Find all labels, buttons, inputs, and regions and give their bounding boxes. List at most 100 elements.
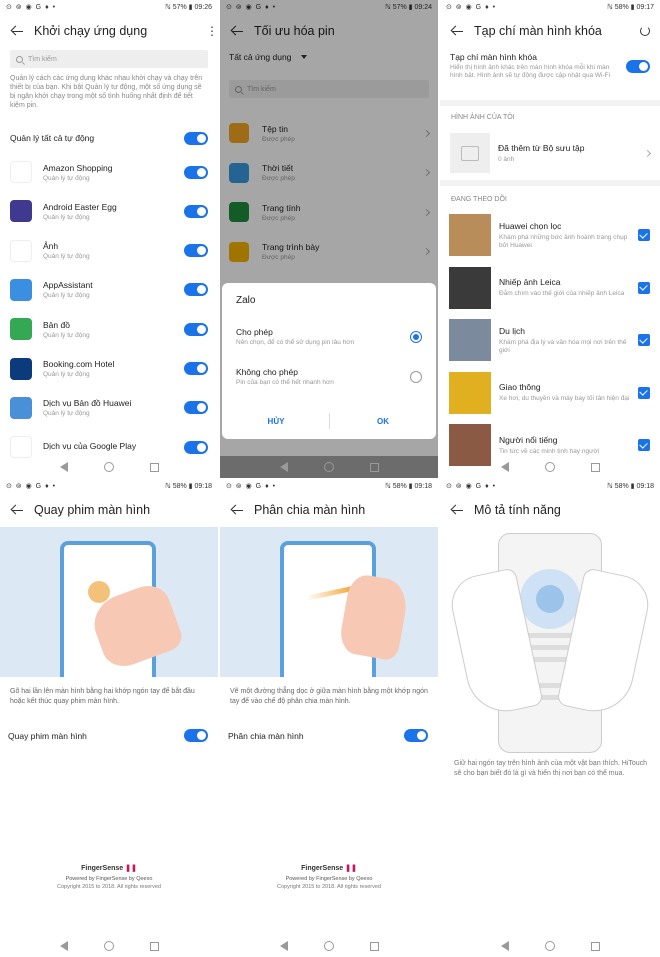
status-right: ℕ 57% ▮ 09:26 <box>165 4 212 11</box>
split-toggle-label: Phân chia màn hình <box>228 730 304 741</box>
home-nav-icon[interactable] <box>103 941 114 951</box>
nav-bar <box>220 456 438 478</box>
home-nav-icon[interactable] <box>544 941 555 951</box>
back-nav-icon[interactable] <box>500 941 509 951</box>
manage-all-label: Quản lý tất cả tự động <box>10 133 95 143</box>
home-nav-icon[interactable] <box>323 462 334 472</box>
app-toggle[interactable] <box>184 401 208 415</box>
magazine-toggle-row[interactable]: Tạp chí màn hình khóa Hiển thị hình ảnh k… <box>450 52 650 80</box>
recents-nav-icon[interactable] <box>369 941 379 951</box>
gallery-placeholder-icon <box>450 133 490 173</box>
list-item[interactable]: Ảnh Quản lý tự động <box>10 238 208 264</box>
back-nav-icon[interactable] <box>279 462 288 472</box>
home-nav-icon[interactable] <box>323 941 334 951</box>
back-arrow-icon[interactable] <box>8 22 26 40</box>
list-item[interactable]: Booking.com Hotel Quản lý tự động <box>10 356 208 382</box>
manage-all-toggle[interactable] <box>184 131 208 145</box>
app-name: Dịch vụ Bản đồ Huawei <box>43 398 132 409</box>
cancel-button[interactable]: HỦY <box>222 417 330 426</box>
magazine-toggle[interactable] <box>626 59 650 73</box>
app-assistant-icon <box>10 278 32 301</box>
option-deny-sub: Pin của bạn có thể hết nhanh hơn <box>236 379 334 386</box>
status-right: ℕ 58% ▮ 09:18 <box>165 483 212 490</box>
follow-checkbox[interactable] <box>638 439 650 451</box>
gallery-count: 0 ảnh <box>498 156 515 163</box>
recents-nav-icon[interactable] <box>590 462 600 472</box>
recents-nav-icon[interactable] <box>149 462 159 472</box>
back-nav-icon[interactable] <box>279 941 288 951</box>
app-name: Dịch vụ của Google Play <box>43 441 137 452</box>
app-name: Ảnh <box>43 241 59 252</box>
app-toggle[interactable] <box>184 244 208 258</box>
my-images-header: HÌNH ẢNH CỦA TÔI <box>451 114 515 121</box>
follow-checkbox[interactable] <box>638 386 650 399</box>
refresh-icon[interactable] <box>640 26 650 36</box>
page-title: Khởi chạy ứng dụng <box>34 24 148 38</box>
option-allow[interactable]: Cho phép Nên chọn, để có thể sử dụng pin … <box>236 327 422 346</box>
back-nav-icon[interactable] <box>500 462 509 472</box>
list-item[interactable]: Huawei chọn lọc Khám phá những bức ảnh ho… <box>449 214 650 256</box>
follow-checkbox[interactable] <box>638 334 650 346</box>
fingersense-branding: FingerSense ❚❚ Powered by FingerSense by… <box>0 864 218 890</box>
home-nav-icon[interactable] <box>103 462 114 472</box>
fingersense-logo: FingerSense ❚❚ <box>301 865 357 872</box>
recents-nav-icon[interactable] <box>149 941 159 951</box>
nav-bar <box>440 456 660 478</box>
search-icon <box>16 55 23 63</box>
recording-toggle[interactable] <box>184 729 208 742</box>
split-toggle[interactable] <box>404 729 428 742</box>
list-item[interactable]: Giao thông Xe hơi, du thuyền và máy bay t… <box>449 371 650 414</box>
app-name: Amazon Shopping <box>43 162 113 173</box>
home-nav-icon[interactable] <box>544 462 555 472</box>
list-item[interactable]: Dịch vụ của Google Play <box>10 434 208 460</box>
app-toggle[interactable] <box>184 165 208 179</box>
back-nav-icon[interactable] <box>59 941 68 951</box>
radio-selected[interactable] <box>410 330 422 343</box>
follow-checkbox[interactable] <box>638 229 650 241</box>
gallery-row[interactable]: Đã thêm từ Bộ sưu tập 0 ảnh <box>450 133 652 173</box>
back-arrow-icon[interactable] <box>228 501 246 519</box>
list-item-text: Giao thông Xe hơi, du thuyền và máy bay t… <box>499 382 638 403</box>
dialog-title: Zalo <box>236 295 256 306</box>
app-toggle[interactable] <box>184 440 208 454</box>
app-toggle[interactable] <box>184 322 208 336</box>
list-item[interactable]: Amazon Shopping Quản lý tự động <box>10 159 208 185</box>
recents-nav-icon[interactable] <box>369 462 379 472</box>
list-item[interactable]: AppAssistant Quản lý tự động <box>10 277 208 303</box>
back-nav-icon[interactable] <box>59 462 68 472</box>
channel-thumbnail <box>449 266 491 309</box>
search-input[interactable]: Tìm kiếm <box>10 50 208 68</box>
list-item[interactable]: Nhiếp ảnh Leica Đắm chìm vào thế giới của… <box>449 266 650 309</box>
list-item[interactable]: Du lịch Khám phá địa lý và văn hóa mọi nơ… <box>449 319 650 361</box>
panel-screen-recording: ⊙ ⊚ ◉ G ♦ • ℕ 58% ▮ 09:18 Quay phim màn h… <box>0 479 218 957</box>
app-sub: Quản lý tự động <box>43 213 90 221</box>
list-item[interactable]: Bản đồ Quản lý tự động <box>10 316 208 342</box>
status-right: ℕ 58% ▮ 09:18 <box>385 483 432 490</box>
app-toggle[interactable] <box>184 283 208 297</box>
nav-bar <box>220 935 438 957</box>
app-sub: Quản lý tự động <box>43 292 90 300</box>
recents-nav-icon[interactable] <box>590 941 600 951</box>
option-deny[interactable]: Không cho phép Pin của bạn có thể hết nha… <box>236 367 422 386</box>
list-item[interactable]: Android Easter Egg Quản lý tự động <box>10 198 208 224</box>
divider <box>440 180 660 186</box>
split-toggle-row[interactable]: Phân chia màn hình <box>228 729 428 742</box>
ok-button[interactable]: OK <box>330 417 436 426</box>
back-arrow-icon[interactable] <box>8 501 26 519</box>
back-arrow-icon[interactable] <box>448 501 466 519</box>
follow-checkbox[interactable] <box>638 281 650 294</box>
radio-unselected[interactable] <box>410 370 422 383</box>
app-sub: Quản lý tự động <box>43 371 90 378</box>
amazon-icon <box>10 161 32 183</box>
list-item[interactable]: Dịch vụ Bản đồ Huawei Quản lý tự động <box>10 395 208 421</box>
powered-by: Powered by FingerSense by Qeexo <box>65 876 153 882</box>
app-toggle[interactable] <box>184 362 208 375</box>
recording-toggle-row[interactable]: Quay phim màn hình <box>8 729 208 742</box>
app-toggle[interactable] <box>184 204 208 218</box>
channel-sub: Xe hơi, du thuyền và máy bay tối tân hiệ… <box>499 395 630 402</box>
header: Phân chia màn hình <box>220 493 438 527</box>
back-arrow-icon[interactable] <box>448 22 466 40</box>
more-menu-icon[interactable]: ⋮ <box>206 25 218 37</box>
huawei-maps-icon <box>10 396 32 419</box>
manage-all-row[interactable]: Quản lý tất cả tự động <box>10 130 208 146</box>
